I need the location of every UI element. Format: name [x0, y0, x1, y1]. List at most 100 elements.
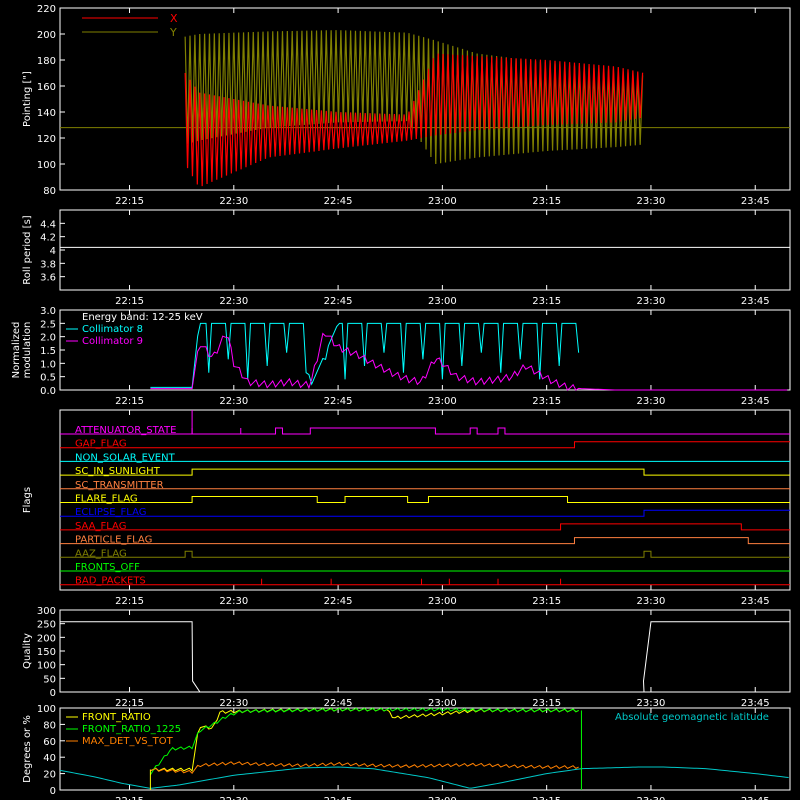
legend-label: X [170, 12, 178, 25]
y-tick-label: 1.5 [40, 346, 56, 357]
flag-line [60, 509, 790, 517]
x-tick-label: 23:45 [741, 296, 770, 307]
y-tick-label: 80 [43, 186, 56, 197]
y-tick-label: 140 [37, 108, 56, 119]
y-tick-label: 3.8 [40, 259, 56, 270]
x-tick-label: 22:45 [324, 698, 353, 709]
x-tick-label: 22:45 [324, 196, 353, 207]
x-tick-label: 23:15 [532, 796, 561, 800]
x-tick-label: 23:45 [741, 796, 770, 800]
y-tick-label: 0.0 [40, 386, 56, 397]
legend-label: FRONT_RATIO_1225 [82, 724, 181, 735]
y-tick-label: 0 [50, 786, 56, 797]
y-tick-label: 250 [37, 620, 56, 631]
y-tick-label: 150 [37, 647, 56, 658]
x-tick-label: 22:45 [324, 296, 353, 307]
legend-label: Y [169, 26, 177, 39]
y-axis-label: Flags [22, 487, 33, 513]
y-tick-label: 1.0 [40, 359, 56, 370]
x-tick-label: 23:30 [637, 296, 666, 307]
y-axis-label: Pointing ["] [22, 71, 33, 127]
y-tick-label: 20 [43, 770, 56, 781]
y-axis-label: Roll period [s] [22, 215, 33, 284]
plot-frame [59, 209, 791, 291]
x-tick-label: 23:15 [532, 296, 561, 307]
x-tick-label: 22:30 [219, 596, 248, 607]
legend-label: MAX_DET_VS_TOT [82, 736, 174, 747]
x-tick-label: 23:00 [428, 396, 457, 407]
legend-label: Collimator 9 [82, 336, 143, 347]
x-tick-label: 23:30 [637, 396, 666, 407]
flag-line [60, 523, 790, 531]
y-tick-label: 50 [43, 674, 56, 685]
x-tick-label: 22:30 [219, 296, 248, 307]
y-axis-label: Degrees or % [22, 715, 33, 783]
observing-summary-figure: 22:15 22:30 22:45 23:00 23:15 23:30 23:45 80 100… [0, 0, 800, 800]
ratio-line [150, 707, 579, 772]
x-tick-label: 23:45 [741, 196, 770, 207]
y-tick-label: 60 [43, 737, 56, 748]
y-tick-label: 80 [43, 720, 56, 731]
x-tick-label: 22:15 [115, 596, 144, 607]
y-tick-label: 3.0 [40, 306, 56, 317]
flag-line [60, 441, 790, 449]
x-tick-label: 22:30 [219, 698, 248, 709]
y-tick-label: 100 [37, 704, 56, 715]
ratio-line [150, 761, 579, 775]
x-tick-label: 23:00 [428, 698, 457, 709]
x-tick-label: 22:45 [324, 796, 353, 800]
y-tick-label: 120 [37, 134, 56, 145]
x-tick-label: 23:45 [741, 698, 770, 709]
y-tick-label: 0.5 [40, 373, 56, 384]
y-axis-label: modulation [22, 322, 33, 379]
x-tick-label: 22:15 [115, 698, 144, 709]
x-tick-label: 23:30 [637, 596, 666, 607]
series-line-y [184, 30, 644, 164]
y-tick-label: 200 [37, 633, 56, 644]
flag-line [60, 537, 790, 545]
y-tick-label: 4.2 [40, 233, 56, 244]
x-tick-label: 23:00 [428, 796, 457, 800]
x-tick-label: 22:30 [219, 796, 248, 800]
x-tick-label: 23:00 [428, 296, 457, 307]
x-tick-label: 22:15 [115, 296, 144, 307]
y-tick-label: 40 [43, 753, 56, 764]
plot-frame [59, 609, 791, 693]
y-axis-label: Quality [22, 633, 33, 669]
x-tick-label: 23:30 [637, 796, 666, 800]
x-tick-label: 23:00 [428, 596, 457, 607]
y-tick-label: 100 [37, 160, 56, 171]
x-tick-label: 23:15 [532, 596, 561, 607]
x-tick-label: 23:00 [428, 196, 457, 207]
legend-label: FRONT_RATIO [82, 712, 151, 723]
x-tick-label: 22:45 [324, 596, 353, 607]
y-tick-label: 160 [37, 82, 56, 93]
y-tick-label: 200 [37, 30, 56, 41]
quality-line [60, 621, 790, 693]
flag-line [60, 468, 790, 476]
x-tick-label: 22:30 [219, 396, 248, 407]
x-tick-label: 22:30 [219, 196, 248, 207]
x-tick-label: 22:45 [324, 396, 353, 407]
flag-line [60, 496, 790, 503]
x-tick-label: 23:15 [532, 196, 561, 207]
x-tick-label: 23:30 [637, 196, 666, 207]
latitude-label: Absolute geomagnetic latitude [615, 712, 769, 723]
y-tick-label: 100 [37, 661, 56, 672]
y-tick-label: 0 [50, 688, 56, 699]
y-tick-label: 3.6 [40, 273, 56, 284]
y-tick-label: 2.5 [40, 319, 56, 330]
x-tick-label: 23:15 [532, 698, 561, 709]
y-tick-label: 180 [37, 56, 56, 67]
y-axis-label: Normalized [11, 322, 22, 379]
y-tick-label: 2.0 [40, 333, 56, 344]
plot-frame [59, 409, 791, 591]
y-tick-label: 4 [50, 246, 56, 257]
y-tick-label: 4.4 [40, 219, 56, 230]
x-tick-label: 23:45 [741, 596, 770, 607]
x-tick-label: 23:15 [532, 396, 561, 407]
x-tick-label: 22:15 [115, 196, 144, 207]
x-tick-label: 23:30 [637, 698, 666, 709]
energy-band-label: Energy band: 12-25 keV [82, 312, 203, 323]
flag-line [60, 550, 790, 558]
